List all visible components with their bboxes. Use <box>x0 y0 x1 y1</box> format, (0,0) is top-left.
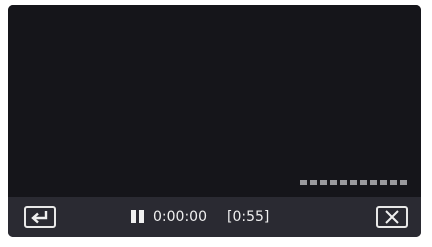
segment-marker <box>340 180 347 185</box>
segment-marker <box>350 180 357 185</box>
segment-marker <box>320 180 327 185</box>
back-button[interactable] <box>24 206 56 228</box>
segment-marker <box>390 180 397 185</box>
video-display[interactable] <box>8 5 421 197</box>
close-button[interactable] <box>376 206 408 228</box>
segment-marker <box>370 180 377 185</box>
pause-icon[interactable] <box>131 210 144 223</box>
close-x-icon <box>385 210 399 224</box>
elapsed-time: 0:00:00 <box>153 209 207 225</box>
segment-marker <box>300 180 307 185</box>
remaining-time: [0:55] <box>227 209 270 225</box>
video-player: 0:00:00 [0:55] <box>8 5 421 237</box>
segment-indicator <box>300 180 407 185</box>
return-arrow-icon <box>31 211 48 224</box>
segment-marker <box>400 180 407 185</box>
segment-marker <box>310 180 317 185</box>
control-bar: 0:00:00 [0:55] <box>8 197 421 237</box>
segment-marker <box>330 180 337 185</box>
segment-marker <box>380 180 387 185</box>
segment-marker <box>360 180 367 185</box>
